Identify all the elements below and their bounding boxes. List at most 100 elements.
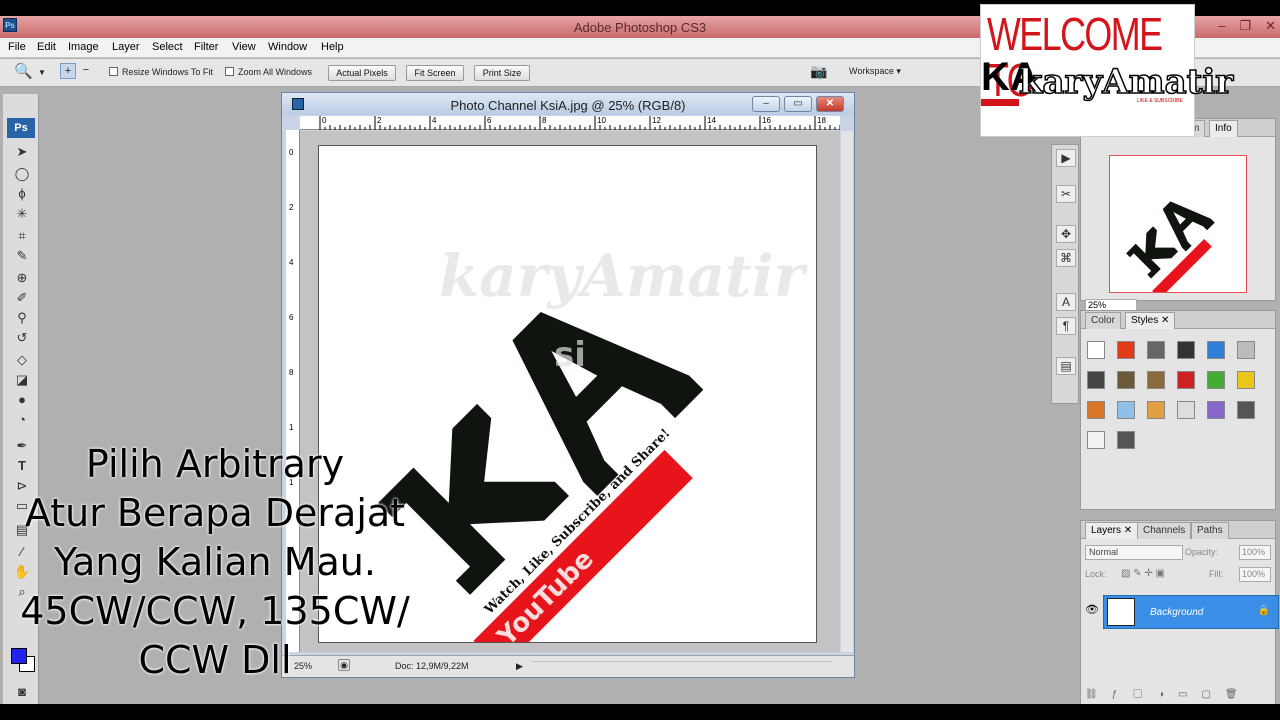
style-swatch[interactable] <box>1147 371 1165 389</box>
welcome-brand: karyAmatir <box>1018 62 1234 102</box>
actions-icon[interactable]: ▶ <box>1056 149 1076 167</box>
tab-layers[interactable]: Layers ✕ <box>1085 522 1139 539</box>
ruler-label: 4 <box>289 258 294 267</box>
zoom-all-windows-checkbox[interactable] <box>225 67 234 76</box>
caption-line-1: Pilih Arbitrary <box>85 442 345 486</box>
horizontal-ruler: 0 2 4 6 8 10 12 14 16 18 <box>300 116 856 130</box>
print-size-button[interactable]: Print Size <box>474 65 530 81</box>
paint-bucket-icon[interactable]: ◪ <box>13 372 31 388</box>
horizontal-scrollbar[interactable] <box>532 661 832 671</box>
visibility-eye-icon[interactable]: 👁 <box>1085 603 1099 616</box>
tab-styles[interactable]: Styles ✕ <box>1125 312 1176 329</box>
styles-tabs: Color Styles ✕ <box>1081 311 1275 329</box>
menu-filter[interactable]: Filter <box>194 41 218 53</box>
panel-icon-strip: ▶ ✂ ✥ ⌘ A ¶ ▤ <box>1051 144 1079 404</box>
menu-image[interactable]: Image <box>68 41 99 53</box>
vertical-scrollbar[interactable] <box>841 131 853 652</box>
tab-channels[interactable]: Channels <box>1137 522 1192 539</box>
workspace-menu[interactable]: Workspace ▾ <box>849 66 901 77</box>
menu-window[interactable]: Window <box>268 41 307 53</box>
style-swatch[interactable] <box>1177 401 1195 419</box>
menu-select[interactable]: Select <box>152 41 183 53</box>
blur-icon[interactable]: ● <box>13 392 31 408</box>
zoom-all-windows-label: Zoom All Windows <box>238 67 313 77</box>
tool-preset-chevron-icon[interactable]: ▼ <box>38 68 46 77</box>
layer-thumbnail <box>1107 598 1135 626</box>
navigator-thumbnail[interactable] <box>1109 155 1247 299</box>
doc-close-button[interactable]: ✕ <box>816 96 844 112</box>
doc-minimize-button[interactable]: – <box>752 96 780 112</box>
ruler-label: 18 <box>817 116 826 125</box>
layers-footer-icons[interactable]: ⛓ƒ◻◑▭▢🗑 <box>1085 689 1273 700</box>
magic-wand-icon[interactable]: ✳ <box>13 206 31 222</box>
ruler-label: 8 <box>289 368 294 377</box>
quick-mask-icon[interactable]: ◙ <box>13 684 31 700</box>
zoom-out-icon[interactable]: − <box>78 63 94 79</box>
marquee-icon[interactable]: ◯ <box>13 166 31 182</box>
style-swatch[interactable] <box>1207 371 1225 389</box>
brushes-icon[interactable]: ✥ <box>1056 225 1076 243</box>
zoom-tool-icon[interactable]: 🔍 <box>14 62 33 80</box>
fit-screen-button[interactable]: Fit Screen <box>406 65 464 81</box>
style-swatch[interactable] <box>1237 371 1255 389</box>
style-swatch[interactable] <box>1207 341 1225 359</box>
ruler-label: 2 <box>377 116 382 125</box>
close-button[interactable]: ✕ <box>1265 18 1276 34</box>
doc-maximize-button[interactable]: ▭ <box>784 96 812 112</box>
style-swatch[interactable] <box>1177 371 1195 389</box>
ruler-label: 14 <box>707 116 716 125</box>
tab-paths[interactable]: Paths <box>1191 522 1229 539</box>
fill-field[interactable]: 100% <box>1239 567 1271 582</box>
layers-tabs: Layers ✕ Channels Paths <box>1081 521 1275 539</box>
lock-icons[interactable]: ▨ ✎ ✛ ▣ <box>1121 568 1165 579</box>
document-title-bar[interactable]: Photo Channel KsiA.jpg @ 25% (RGB/8) – ▭… <box>282 93 854 115</box>
slice-icon[interactable]: ✎ <box>13 248 31 264</box>
style-swatch[interactable] <box>1087 401 1105 419</box>
style-swatch[interactable] <box>1237 401 1255 419</box>
clone-stamp-icon[interactable]: ⚲ <box>13 310 31 326</box>
paragraph-icon[interactable]: ¶ <box>1056 317 1076 335</box>
status-menu-arrow-icon[interactable]: ▶ <box>516 661 523 672</box>
tab-color[interactable]: Color <box>1085 312 1121 329</box>
style-swatch[interactable] <box>1237 341 1255 359</box>
style-swatch[interactable] <box>1117 401 1135 419</box>
menu-edit[interactable]: Edit <box>37 41 56 53</box>
resize-windows-checkbox[interactable] <box>109 67 118 76</box>
style-swatch[interactable] <box>1147 341 1165 359</box>
style-swatch[interactable] <box>1087 371 1105 389</box>
actual-pixels-button[interactable]: Actual Pixels <box>328 65 396 81</box>
brush-icon[interactable]: ✐ <box>13 290 31 306</box>
healing-icon[interactable]: ⊕ <box>13 270 31 286</box>
crop-icon[interactable]: ⌗ <box>13 228 31 244</box>
dodge-icon[interactable]: ◔ <box>13 412 31 428</box>
eraser-icon[interactable]: ◇ <box>13 352 31 368</box>
lasso-icon[interactable]: ϕ <box>13 186 31 202</box>
maximize-button[interactable]: ❐ <box>1239 18 1251 34</box>
layer-row-background[interactable]: Background 🔒 <box>1103 595 1279 629</box>
style-swatch[interactable] <box>1177 341 1195 359</box>
zoom-in-icon[interactable]: + <box>60 63 76 79</box>
clone-source-icon[interactable]: ⌘ <box>1056 249 1076 267</box>
minimize-button[interactable]: – <box>1218 18 1225 34</box>
move-icon[interactable]: ➤ <box>13 144 31 160</box>
history-brush-icon[interactable]: ↺ <box>13 330 31 346</box>
character-icon[interactable]: A <box>1056 293 1076 311</box>
menu-file[interactable]: File <box>8 41 26 53</box>
menu-view[interactable]: View <box>232 41 256 53</box>
layer-comps-icon[interactable]: ▤ <box>1056 357 1076 375</box>
tool-presets-icon[interactable]: ✂ <box>1056 185 1076 203</box>
menu-help[interactable]: Help <box>321 41 344 53</box>
style-swatch[interactable] <box>1087 431 1105 449</box>
blend-mode-select[interactable]: Normal <box>1085 545 1183 560</box>
style-swatch[interactable] <box>1207 401 1225 419</box>
style-swatch[interactable] <box>1087 341 1105 359</box>
opacity-field[interactable]: 100% <box>1239 545 1271 560</box>
bridge-icon[interactable]: 📷 <box>810 63 827 80</box>
tab-info[interactable]: Info <box>1209 120 1238 137</box>
style-swatch[interactable] <box>1117 371 1135 389</box>
style-swatch[interactable] <box>1117 341 1135 359</box>
style-swatch[interactable] <box>1147 401 1165 419</box>
ruler-label: 6 <box>487 116 492 125</box>
menu-layer[interactable]: Layer <box>112 41 140 53</box>
style-swatch[interactable] <box>1117 431 1135 449</box>
